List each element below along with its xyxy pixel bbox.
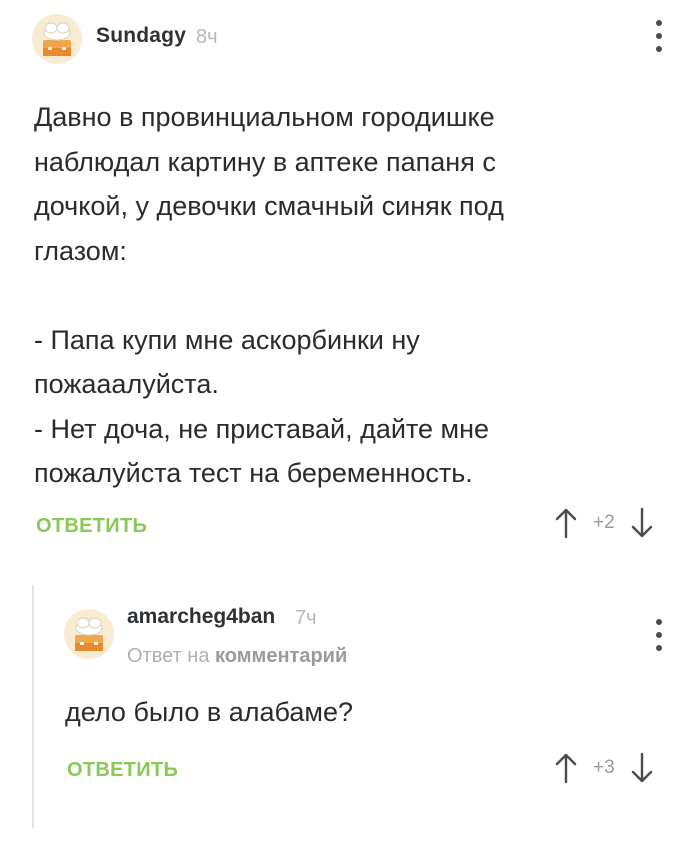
rating-score: +2 xyxy=(593,512,615,533)
avatar-placeholder-icon xyxy=(64,609,114,659)
arrow-up-icon[interactable] xyxy=(553,507,579,539)
vote-controls: +3 xyxy=(553,752,655,784)
avatar-placeholder-icon xyxy=(32,14,82,64)
reply-to-link[interactable]: комментарий xyxy=(215,645,347,667)
reply-to-prefix: Ответ на xyxy=(127,645,210,667)
comment-time: 8ч xyxy=(196,26,218,48)
comment-time: 7ч xyxy=(295,607,317,629)
more-vertical-icon[interactable] xyxy=(653,20,665,52)
thread-line[interactable] xyxy=(32,585,34,828)
comment-text: дело было в алабаме? xyxy=(65,697,353,727)
comment-text: Давно в провинциальном городишке наблюда… xyxy=(34,102,504,488)
username[interactable]: amarcheg4ban xyxy=(127,605,275,629)
vote-controls: +2 xyxy=(553,507,655,539)
reply-button[interactable]: ОТВЕТИТЬ xyxy=(67,759,178,782)
reply-to-info: Ответ на комментарий xyxy=(127,645,347,668)
arrow-down-icon[interactable] xyxy=(629,752,655,784)
avatar[interactable] xyxy=(32,14,82,64)
username[interactable]: Sundagy xyxy=(96,24,186,48)
rating-score: +3 xyxy=(593,757,615,778)
arrow-up-icon[interactable] xyxy=(553,752,579,784)
arrow-down-icon[interactable] xyxy=(629,507,655,539)
more-vertical-icon[interactable] xyxy=(653,619,665,651)
avatar[interactable] xyxy=(64,609,114,659)
reply-button[interactable]: ОТВЕТИТЬ xyxy=(36,515,147,538)
